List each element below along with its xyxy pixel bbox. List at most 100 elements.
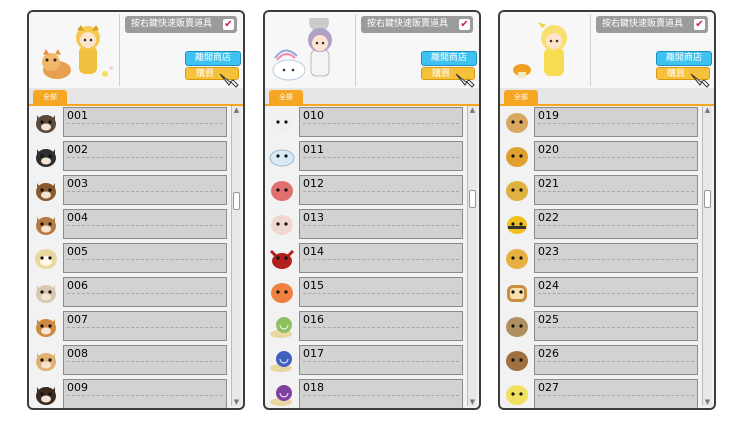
item-divider	[67, 123, 223, 124]
list-item[interactable]: 001	[31, 106, 229, 138]
list-item[interactable]: 024	[502, 276, 700, 308]
item-slot[interactable]: 007	[63, 311, 227, 341]
scrollbar[interactable]: ▲ ▼	[467, 106, 477, 406]
item-slot[interactable]: 003	[63, 175, 227, 205]
category-tabbar: 全部	[29, 88, 243, 106]
item-slot[interactable]: 026	[534, 345, 698, 375]
item-slot[interactable]: 005	[63, 243, 227, 273]
leave-shop-button[interactable]: 離開商店	[421, 51, 477, 66]
item-divider	[303, 123, 459, 124]
item-number: 010	[303, 109, 324, 122]
scrollbar[interactable]: ▲ ▼	[231, 106, 241, 406]
auto-sell-checkbox[interactable]: ✔	[223, 19, 234, 30]
cat-face-icon	[33, 143, 59, 169]
tab-all[interactable]: 全部	[504, 90, 538, 104]
item-number: 001	[67, 109, 88, 122]
item-slot[interactable]: 022	[534, 209, 698, 239]
item-slot[interactable]: 024	[534, 277, 698, 307]
scroll-thumb[interactable]	[704, 190, 711, 208]
item-slot[interactable]: 020	[534, 141, 698, 171]
auto-sell-toggle[interactable]: 按右鍵快速販賣道具 ✔	[125, 16, 237, 33]
scroll-down-arrow-icon[interactable]: ▼	[468, 398, 477, 406]
list-item[interactable]: 004	[31, 208, 229, 240]
list-item[interactable]: 005	[31, 242, 229, 274]
list-item[interactable]: 017	[267, 344, 465, 376]
scrollbar[interactable]: ▲ ▼	[702, 106, 712, 406]
item-number: 019	[538, 109, 559, 122]
list-item[interactable]: 012	[267, 174, 465, 206]
item-slot[interactable]: 017	[299, 345, 463, 375]
item-slot[interactable]: 006	[63, 277, 227, 307]
item-slot[interactable]: 002	[63, 141, 227, 171]
item-divider	[538, 361, 694, 362]
item-slot[interactable]: 004	[63, 209, 227, 239]
item-slot[interactable]: 023	[534, 243, 698, 273]
item-slot[interactable]: 011	[299, 141, 463, 171]
list-item[interactable]: 016	[267, 310, 465, 342]
item-number: 009	[67, 381, 88, 394]
list-item[interactable]: 010	[267, 106, 465, 138]
scroll-down-arrow-icon[interactable]: ▼	[232, 398, 241, 406]
item-slot[interactable]: 027	[534, 379, 698, 408]
list-item[interactable]: 013	[267, 208, 465, 240]
list-item[interactable]: 025	[502, 310, 700, 342]
item-slot[interactable]: 016	[299, 311, 463, 341]
list-item[interactable]: 015	[267, 276, 465, 308]
list-item[interactable]: 014	[267, 242, 465, 274]
auto-sell-toggle[interactable]: 按右鍵快速販賣道具 ✔	[361, 16, 473, 33]
leave-shop-button[interactable]: 離開商店	[656, 51, 712, 66]
item-slot[interactable]: 015	[299, 277, 463, 307]
shop-header: 按右鍵快速販賣道具 ✔ 離開商店 購買	[500, 12, 714, 88]
item-divider	[538, 293, 694, 294]
list-item[interactable]: 006	[31, 276, 229, 308]
item-slot[interactable]: 010	[299, 107, 463, 137]
item-slot[interactable]: 008	[63, 345, 227, 375]
scroll-down-arrow-icon[interactable]: ▼	[703, 398, 712, 406]
item-slot[interactable]: 019	[534, 107, 698, 137]
list-item[interactable]: 023	[502, 242, 700, 274]
chick-icon	[504, 177, 530, 203]
white-blob-icon	[269, 109, 295, 135]
character-portrait	[269, 12, 353, 84]
item-divider	[303, 191, 459, 192]
auto-sell-checkbox[interactable]: ✔	[459, 19, 470, 30]
tab-all[interactable]: 全部	[269, 90, 303, 104]
list-item[interactable]: 018	[267, 378, 465, 408]
list-item[interactable]: 026	[502, 344, 700, 376]
item-slot[interactable]: 018	[299, 379, 463, 408]
item-slot[interactable]: 012	[299, 175, 463, 205]
list-item[interactable]: 011	[267, 140, 465, 172]
sheep-face-icon	[33, 245, 59, 271]
list-item[interactable]: 003	[31, 174, 229, 206]
sushi-icon	[269, 279, 295, 305]
tab-all[interactable]: 全部	[33, 90, 67, 104]
leave-shop-button[interactable]: 離開商店	[185, 51, 241, 66]
item-number: 022	[538, 211, 559, 224]
dog-face-icon	[33, 381, 59, 407]
item-divider	[538, 259, 694, 260]
list-item[interactable]: 002	[31, 140, 229, 172]
scroll-thumb[interactable]	[469, 190, 476, 208]
item-number: 004	[67, 211, 88, 224]
list-item[interactable]: 020	[502, 140, 700, 172]
item-slot[interactable]: 009	[63, 379, 227, 408]
scroll-thumb[interactable]	[233, 192, 240, 210]
list-item[interactable]: 021	[502, 174, 700, 206]
auto-sell-checkbox[interactable]: ✔	[694, 19, 705, 30]
scroll-up-arrow-icon[interactable]: ▲	[703, 106, 712, 114]
list-item[interactable]: 027	[502, 378, 700, 408]
item-slot[interactable]: 014	[299, 243, 463, 273]
list-item[interactable]: 019	[502, 106, 700, 138]
scroll-up-arrow-icon[interactable]: ▲	[232, 106, 241, 114]
list-item[interactable]: 007	[31, 310, 229, 342]
item-slot[interactable]: 013	[299, 209, 463, 239]
item-slot[interactable]: 001	[63, 107, 227, 137]
list-item[interactable]: 009	[31, 378, 229, 408]
item-slot[interactable]: 025	[534, 311, 698, 341]
scroll-up-arrow-icon[interactable]: ▲	[468, 106, 477, 114]
auto-sell-toggle[interactable]: 按右鍵快速販賣道具 ✔	[596, 16, 708, 33]
list-item[interactable]: 008	[31, 344, 229, 376]
item-slot[interactable]: 021	[534, 175, 698, 205]
list-item[interactable]: 022	[502, 208, 700, 240]
item-number: 017	[303, 347, 324, 360]
